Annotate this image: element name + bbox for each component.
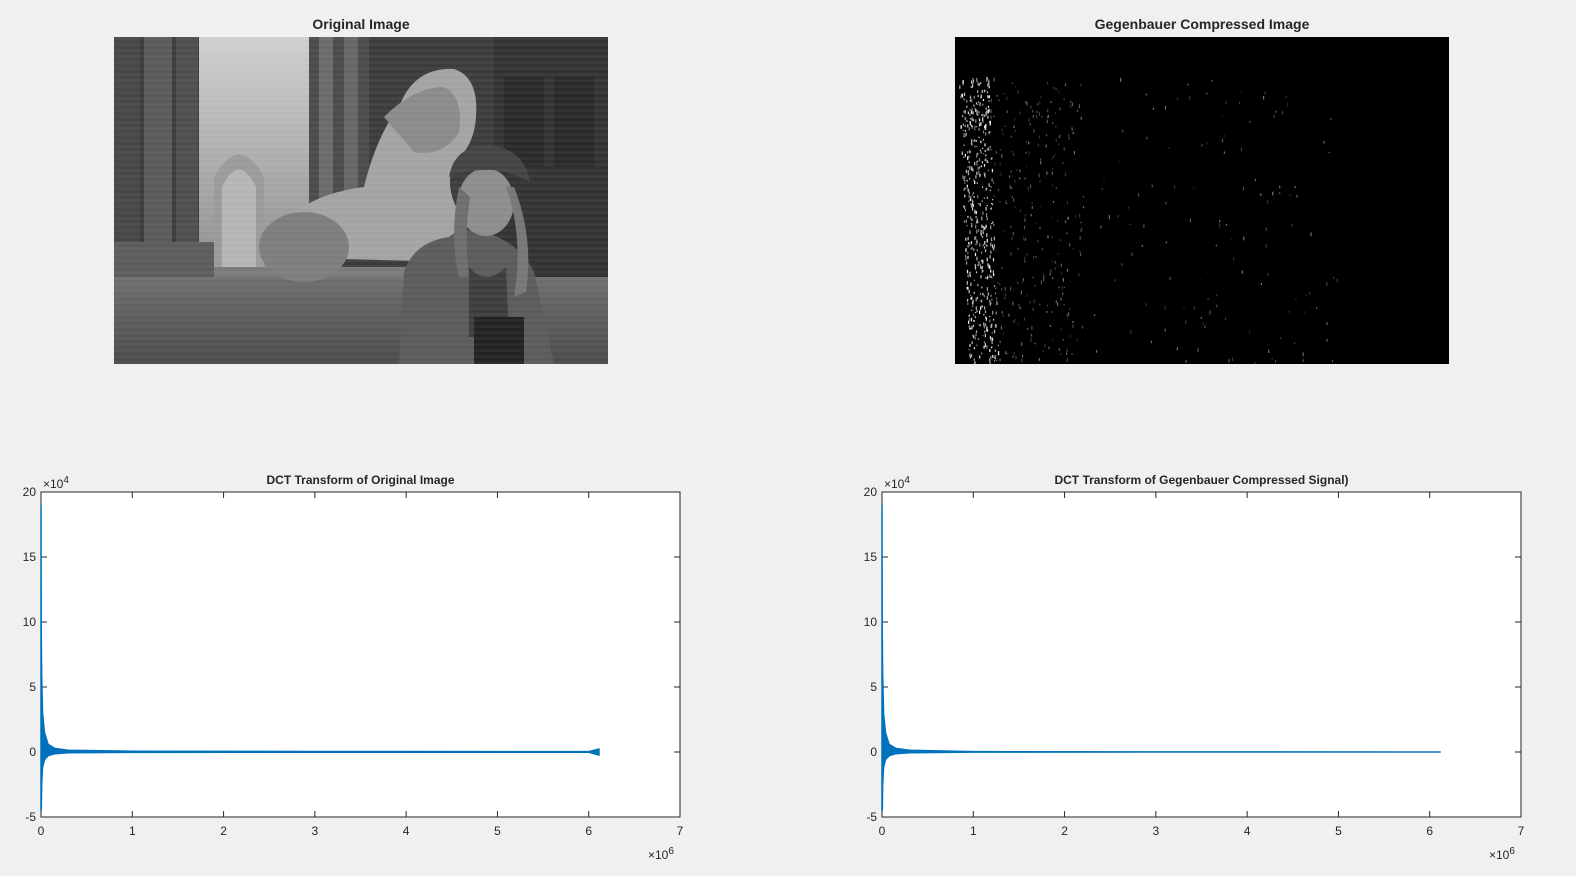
dct-charts: DCT Transform of Original Image 0 1 2 3 4 5 6 7 -…: [23, 473, 1525, 862]
x-tick-label: 1: [970, 824, 977, 838]
y-tick-label: 20: [864, 485, 878, 499]
y-tick-label: -5: [25, 810, 36, 824]
y-tick-label: 0: [29, 745, 36, 759]
y-exponent-label: ×104: [884, 475, 910, 491]
y-tick-label: 10: [864, 615, 878, 629]
x-tick-label: 4: [403, 824, 410, 838]
y-tick-label: 20: [23, 485, 37, 499]
y-tick-label: 15: [23, 550, 37, 564]
x-tick-label: 2: [220, 824, 227, 838]
x-exponent-label: ×106: [1489, 846, 1515, 862]
x-tick-label: 4: [1244, 824, 1251, 838]
y-exponent-label: ×104: [43, 475, 69, 491]
x-tick-label: 1: [129, 824, 136, 838]
x-tick-label: 0: [38, 824, 45, 838]
x-tick-label: 3: [312, 824, 319, 838]
x-exponent-label: ×106: [648, 846, 674, 862]
x-tick-label: 2: [1061, 824, 1068, 838]
x-tick-label: 5: [1335, 824, 1342, 838]
x-tick-label: 3: [1153, 824, 1160, 838]
x-tick-label: 0: [879, 824, 886, 838]
plot-area: [40, 491, 681, 818]
y-tick-label: 15: [864, 550, 878, 564]
x-tick-label: 5: [494, 824, 501, 838]
x-tick-label: 7: [1518, 824, 1525, 838]
x-tick-label: 6: [1426, 824, 1433, 838]
x-tick-label: 7: [677, 824, 684, 838]
chart-title: DCT Transform of Original Image: [266, 473, 454, 487]
y-tick-label: 5: [870, 680, 877, 694]
y-tick-label: 5: [29, 680, 36, 694]
y-tick-label: 10: [23, 615, 37, 629]
chart-title: DCT Transform of Gegenbauer Compressed S…: [1054, 473, 1348, 487]
plot-area: [881, 491, 1522, 818]
x-tick-label: 6: [585, 824, 592, 838]
y-tick-label: -5: [866, 810, 877, 824]
y-tick-label: 0: [870, 745, 877, 759]
